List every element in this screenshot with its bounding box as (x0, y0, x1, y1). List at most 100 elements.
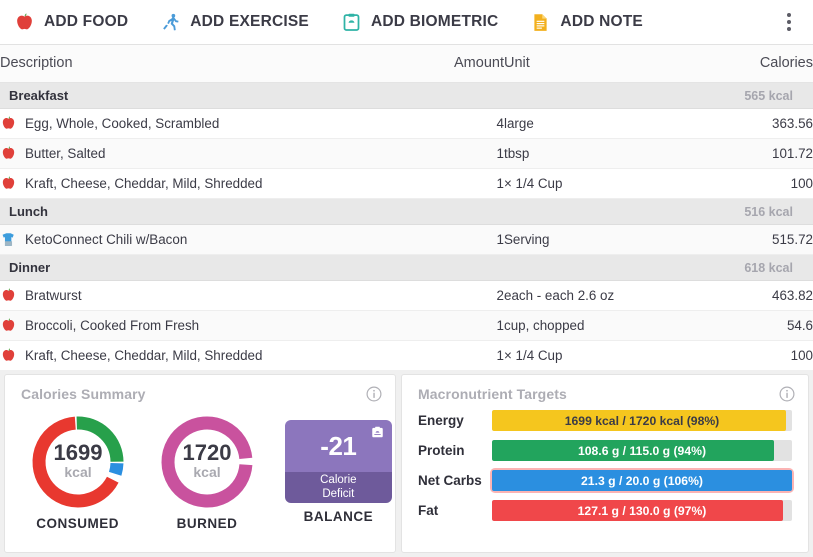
macro-progress-track[interactable]: 21.3 g / 20.0 g (106%) (492, 470, 792, 491)
calories-summary-title: Calories Summary (5, 375, 395, 402)
add-biometric-label: ADD BIOMETRIC (371, 13, 498, 31)
food-description-cell: Bratwurst (0, 281, 420, 311)
macro-progress-track[interactable]: 108.6 g / 115.0 g (94%) (492, 440, 792, 461)
macronutrient-bar-list: Energy1699 kcal / 1720 kcal (98%)Protein… (402, 402, 808, 521)
food-description-cell: Kraft, Cheese, Cheddar, Mild, Shredded (0, 169, 420, 199)
food-unit-cell: Serving (504, 225, 674, 255)
meal-section-name: Lunch (0, 199, 674, 225)
food-unit-cell: tbsp (504, 139, 674, 169)
column-header-unit[interactable]: Unit (504, 45, 674, 83)
balance-block: -21 Calorie Deficit BALANCE (282, 410, 395, 524)
add-note-button[interactable]: ADD NOTE (530, 12, 643, 33)
food-unit-cell: large (504, 109, 674, 139)
meal-section-kcal: 565 kcal (674, 83, 813, 109)
macro-row: Energy1699 kcal / 1720 kcal (98%) (418, 410, 792, 431)
add-biometric-button[interactable]: ADD BIOMETRIC (341, 12, 498, 33)
food-amount-cell: 1 (420, 225, 504, 255)
apple-icon (0, 175, 17, 192)
macro-value-text: 21.3 g / 20.0 g (106%) (492, 470, 792, 491)
kebab-dot (787, 13, 791, 17)
column-header-calories[interactable]: Calories (674, 45, 813, 83)
food-description: Kraft, Cheese, Cheddar, Mild, Shredded (25, 348, 262, 363)
kebab-dot (787, 20, 791, 24)
food-calories-cell: 100 (674, 169, 813, 199)
meal-section-name: Breakfast (0, 83, 674, 109)
food-unit-cell: × 1/4 Cup (504, 169, 674, 199)
runner-icon (160, 12, 181, 33)
food-amount-cell: 1 (420, 139, 504, 169)
food-calories-cell: 54.6 (674, 311, 813, 341)
food-description-cell: Butter, Salted (0, 139, 420, 169)
balance-line2: Deficit (322, 488, 354, 502)
balance-card[interactable]: -21 Calorie Deficit (285, 420, 392, 503)
meal-section-header[interactable]: Dinner618 kcal (0, 255, 813, 281)
add-food-label: ADD FOOD (44, 13, 128, 31)
kebab-menu-icon[interactable] (779, 11, 799, 33)
food-log-table-container: Description Amount Unit Calories Breakfa… (0, 45, 813, 370)
food-calories-cell: 463.82 (674, 281, 813, 311)
table-row[interactable]: Butter, Salted 1tbsp101.72 (0, 139, 813, 169)
apple-icon (0, 347, 17, 364)
scale-icon (370, 425, 385, 439)
top-toolbar: ADD FOOD ADD EXERCISE ADD BIOMETRIC (0, 0, 813, 45)
burned-value: 1720 (183, 440, 232, 465)
meal-section-kcal: 516 kcal (674, 199, 813, 225)
consumed-donut-block: 1699 kcal CONSUMED (23, 410, 132, 531)
food-description-cell: Kraft, Cheese, Cheddar, Mild, Shredded (0, 341, 420, 371)
summary-panels: Calories Summary 1699 kcal CONSUMED 1720… (0, 370, 813, 557)
column-header-amount[interactable]: Amount (420, 45, 504, 83)
food-amount-cell: 4 (420, 109, 504, 139)
add-exercise-button[interactable]: ADD EXERCISE (160, 12, 309, 33)
burned-donut-chart: 1720 kcal (155, 410, 259, 514)
info-icon[interactable] (365, 385, 383, 403)
balance-caption: BALANCE (282, 509, 395, 524)
macro-label: Net Carbs (418, 473, 492, 488)
food-description: Bratwurst (25, 288, 82, 303)
meal-section-header[interactable]: Breakfast565 kcal (0, 83, 813, 109)
apple-icon (0, 115, 17, 132)
column-header-description[interactable]: Description (0, 45, 420, 83)
macro-label: Protein (418, 443, 492, 458)
macro-value-text: 127.1 g / 130.0 g (97%) (492, 500, 792, 521)
apple-icon (0, 145, 17, 162)
table-row[interactable]: KetoConnect Chili w/Bacon1Serving515.72 (0, 225, 813, 255)
burned-donut-block: 1720 kcal BURNED (152, 410, 261, 531)
meal-section-header[interactable]: Lunch516 kcal (0, 199, 813, 225)
macronutrient-targets-title: Macronutrient Targets (402, 375, 808, 402)
table-row[interactable]: Bratwurst2each - each 2.6 oz463.82 (0, 281, 813, 311)
consumed-donut-chart: 1699 kcal (26, 410, 130, 514)
macro-row: Fat127.1 g / 130.0 g (97%) (418, 500, 792, 521)
balance-value: -21 (320, 431, 356, 462)
apple-icon (14, 12, 35, 33)
food-amount-cell: 1 (420, 311, 504, 341)
table-row[interactable]: Egg, Whole, Cooked, Scrambled4large363.5… (0, 109, 813, 139)
scale-icon (341, 12, 362, 33)
balance-bottom: Calorie Deficit (285, 472, 392, 503)
info-icon[interactable] (778, 385, 796, 403)
food-description: KetoConnect Chili w/Bacon (25, 232, 187, 247)
macro-label: Energy (418, 413, 492, 428)
food-calories-cell: 363.56 (674, 109, 813, 139)
food-description: Butter, Salted (25, 146, 105, 161)
table-row[interactable]: Kraft, Cheese, Cheddar, Mild, Shredded1×… (0, 341, 813, 371)
food-log-body: Breakfast565 kcalEgg, Whole, Cooked, Scr… (0, 83, 813, 371)
food-log-table: Description Amount Unit Calories Breakfa… (0, 45, 813, 370)
table-row[interactable]: Kraft, Cheese, Cheddar, Mild, Shredded1×… (0, 169, 813, 199)
food-calories-cell: 101.72 (674, 139, 813, 169)
burned-unit: kcal (193, 464, 220, 480)
macro-value-text: 1699 kcal / 1720 kcal (98%) (492, 410, 792, 431)
add-note-label: ADD NOTE (560, 13, 643, 31)
macro-progress-track[interactable]: 127.1 g / 130.0 g (97%) (492, 500, 792, 521)
table-row[interactable]: Broccoli, Cooked From Fresh1cup, chopped… (0, 311, 813, 341)
macro-progress-track[interactable]: 1699 kcal / 1720 kcal (98%) (492, 410, 792, 431)
apple-icon (0, 287, 17, 304)
macro-row: Protein108.6 g / 115.0 g (94%) (418, 440, 792, 461)
food-description-cell: Broccoli, Cooked From Fresh (0, 311, 420, 341)
add-food-button[interactable]: ADD FOOD (14, 12, 128, 33)
macronutrient-targets-card: Macronutrient Targets Energy1699 kcal / … (401, 374, 809, 553)
apple-icon (0, 317, 17, 334)
macro-row: Net Carbs21.3 g / 20.0 g (106%) (418, 470, 792, 491)
balance-line1: Calorie (320, 474, 356, 488)
recipe-icon (0, 231, 17, 248)
donut-row: 1699 kcal CONSUMED 1720 kcal BURNED -21 (5, 402, 395, 531)
